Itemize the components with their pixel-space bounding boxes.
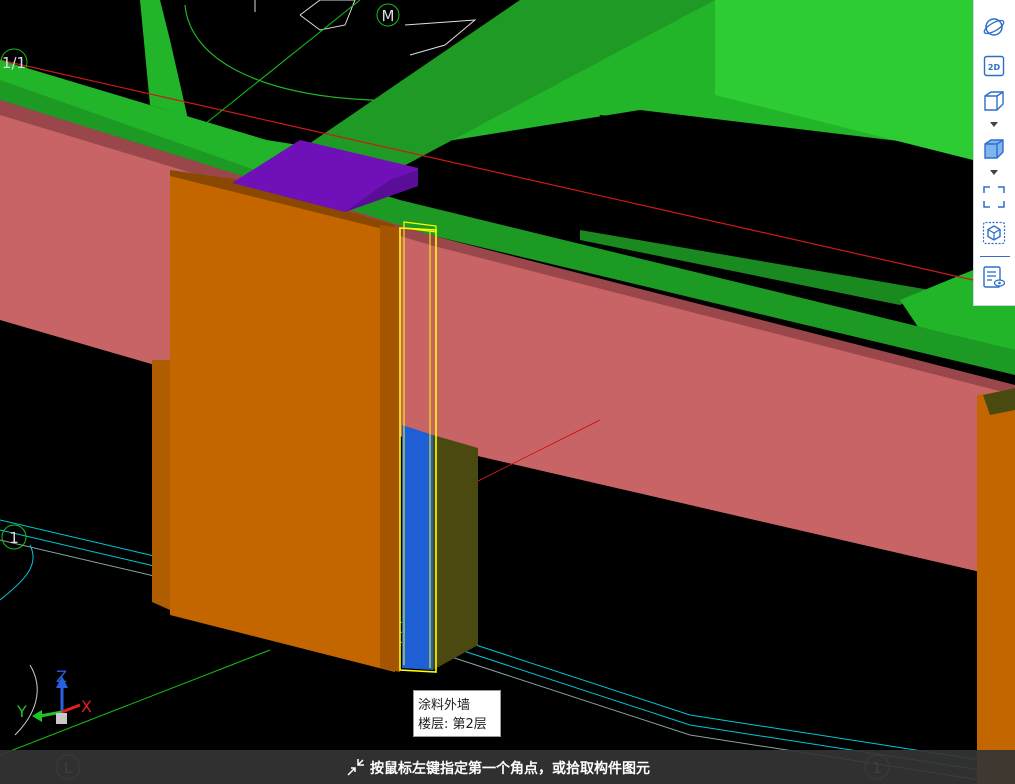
wall-shadow bbox=[433, 435, 478, 670]
column-front bbox=[170, 170, 395, 672]
view-cube-icon bbox=[984, 91, 1004, 111]
column-right bbox=[977, 390, 1015, 784]
zoom-extents-icon bbox=[983, 186, 1005, 208]
property-view-button[interactable] bbox=[981, 264, 1007, 290]
render-mode-button[interactable] bbox=[981, 136, 1007, 162]
selected-wall-fill bbox=[402, 425, 433, 670]
status-prompt: 按鼠标左键指定第一个角点，或拾取构件图元 bbox=[370, 761, 650, 777]
svg-text:2D: 2D bbox=[988, 63, 1001, 72]
column-edge-right bbox=[380, 225, 400, 672]
view-toolbar: 2D bbox=[973, 0, 1015, 306]
view-cube-dropdown[interactable] bbox=[990, 121, 998, 129]
component-tooltip: 涂料外墙 楼层: 第2层 bbox=[413, 690, 501, 737]
2d-view-button[interactable]: 2D bbox=[981, 53, 1007, 79]
view-cube-button[interactable] bbox=[981, 88, 1007, 114]
chevron-down-icon bbox=[990, 122, 998, 127]
axis-origin-cube bbox=[56, 713, 67, 724]
grid-label-1-1: 1/1 bbox=[2, 54, 26, 72]
command-status-bar: 按鼠标左键指定第一个角点，或拾取构件图元 bbox=[0, 750, 1015, 784]
chevron-down-icon bbox=[990, 170, 998, 175]
tooltip-component-name: 涂料外墙 bbox=[418, 698, 471, 713]
x-axis-label: X bbox=[81, 697, 92, 716]
zoom-extents-button[interactable] bbox=[981, 184, 1007, 210]
component-view-icon bbox=[982, 221, 1006, 245]
grid-label-m: M bbox=[382, 7, 395, 25]
grid-label-1-left: 1 bbox=[9, 529, 19, 547]
render-mode-icon bbox=[984, 139, 1004, 159]
column-side bbox=[152, 360, 170, 610]
y-axis-label: Y bbox=[16, 702, 27, 721]
orbit-button[interactable] bbox=[981, 14, 1007, 40]
2d-icon: 2D bbox=[983, 55, 1005, 77]
z-axis-label: Z bbox=[56, 667, 67, 686]
property-view-icon bbox=[983, 266, 1006, 288]
orbit-icon bbox=[983, 18, 1005, 36]
component-view-button[interactable] bbox=[981, 220, 1007, 246]
pick-corner-icon bbox=[347, 759, 364, 776]
render-mode-dropdown[interactable] bbox=[990, 169, 998, 177]
tooltip-floor: 楼层: 第2层 bbox=[418, 717, 487, 732]
cad-3d-viewport[interactable]: M 1/1 1 L 1 Z Y X bbox=[0, 0, 1015, 784]
toolbar-separator bbox=[980, 256, 1010, 257]
